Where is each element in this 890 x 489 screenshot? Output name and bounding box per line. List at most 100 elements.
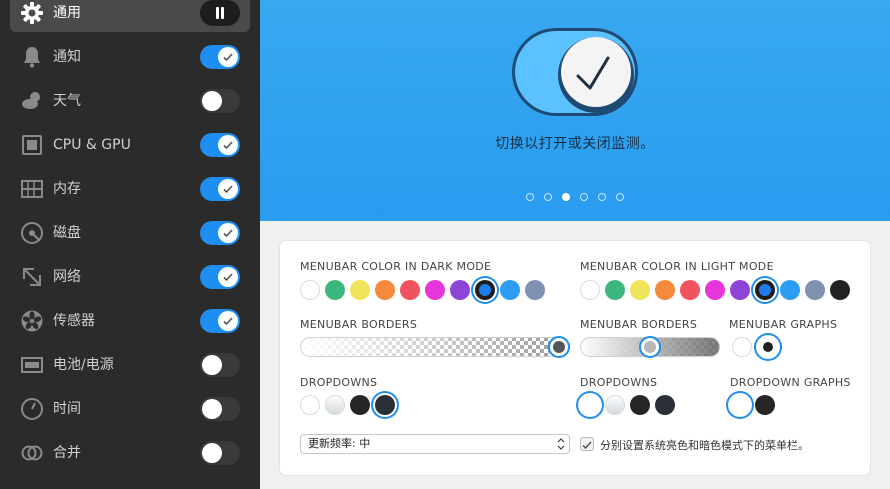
appearance-panel: MENUBAR COLOR IN DARK MODE MENUBAR COLOR… [280, 241, 870, 475]
dropdown-graph-swatch-dark[interactable] [755, 395, 775, 415]
sidebar-item-weather[interactable]: 天气 [10, 82, 250, 120]
dropdown-graph-swatch-light[interactable] [730, 395, 750, 415]
page-dot[interactable] [616, 193, 624, 201]
dark-color-swatch-7[interactable] [475, 280, 495, 300]
check-icon [218, 267, 238, 287]
weather-toggle[interactable] [200, 89, 240, 113]
memory-toggle[interactable] [200, 177, 240, 201]
separate-modes-checkbox[interactable] [580, 437, 594, 451]
light-color-swatch-10[interactable] [830, 280, 850, 300]
sidebar-item-clock[interactable]: 时间 [10, 390, 250, 428]
light-mode-colors-label: MENUBAR COLOR IN LIGHT MODE [580, 260, 774, 273]
light-dropdown-swatch-frosted[interactable] [605, 395, 625, 415]
sidebar-item-sensors[interactable]: 传感器 [10, 302, 250, 340]
dropdown-swatch-dark-selected[interactable] [375, 395, 395, 415]
page-dot-active[interactable] [562, 193, 570, 201]
dropdown-swatch-white[interactable] [300, 395, 320, 415]
sidebar-item-memory[interactable]: 内存 [10, 170, 250, 208]
sidebar-item-label: 磁盘 [53, 225, 81, 241]
check-icon [218, 311, 238, 331]
light-color-swatch-4[interactable] [680, 280, 700, 300]
light-dropdown-swatch-white-selected[interactable] [580, 395, 600, 415]
check-icon [582, 441, 592, 450]
battery-toggle[interactable] [200, 353, 240, 377]
dark-color-swatch-2[interactable] [350, 280, 370, 300]
dark-borders-slider[interactable] [300, 336, 570, 358]
page-dot[interactable] [598, 193, 606, 201]
dark-color-swatch-9[interactable] [525, 280, 545, 300]
dropdown-swatch-black[interactable] [350, 395, 370, 415]
sidebar-item-label: 时间 [53, 401, 81, 417]
light-color-swatch-9[interactable] [805, 280, 825, 300]
check-icon [218, 135, 238, 155]
cpu-gpu-toggle[interactable] [200, 133, 240, 157]
sidebar-item-disk[interactable]: 磁盘 [10, 214, 250, 252]
memory-icon [20, 177, 44, 201]
bell-icon [20, 45, 44, 69]
light-color-swatch-0[interactable] [580, 280, 600, 300]
combine-toggle[interactable] [200, 441, 240, 465]
network-toggle[interactable] [200, 265, 240, 289]
light-dropdowns-label: DROPDOWNS [580, 376, 658, 389]
dropdown-graphs-label: DROPDOWN GRAPHS [730, 376, 851, 389]
network-arrows-icon [20, 265, 44, 289]
sidebar-item-label: 通用 [53, 5, 81, 21]
clock-toggle[interactable] [200, 397, 240, 421]
pause-button[interactable] [200, 0, 240, 26]
sidebar-item-label: CPU & GPU [53, 137, 131, 153]
check-icon [218, 47, 238, 67]
update-frequency-select[interactable]: 更新频率: 中 [300, 434, 570, 454]
light-color-swatch-6[interactable] [730, 280, 750, 300]
page-dot[interactable] [580, 193, 588, 201]
dark-color-swatch-1[interactable] [325, 280, 345, 300]
disk-icon [20, 221, 44, 245]
sidebar-item-battery[interactable]: 电池/电源 [10, 346, 250, 384]
sidebar-item-label: 网络 [53, 269, 81, 285]
graph-swatch-light[interactable] [732, 337, 752, 357]
dark-color-swatch-4[interactable] [400, 280, 420, 300]
light-dropdown-swatch-black[interactable] [630, 395, 650, 415]
disk-toggle[interactable] [200, 221, 240, 245]
menubar-graphs-label: MENUBAR GRAPHS [729, 318, 838, 331]
sidebar-item-network[interactable]: 网络 [10, 258, 250, 296]
dark-color-swatch-5[interactable] [425, 280, 445, 300]
light-borders-slider-thumb[interactable] [639, 336, 661, 358]
fan-icon [20, 309, 44, 333]
light-color-swatch-8[interactable] [780, 280, 800, 300]
dark-borders-slider-thumb[interactable] [548, 336, 570, 358]
dark-color-swatch-6[interactable] [450, 280, 470, 300]
sensors-toggle[interactable] [200, 309, 240, 333]
dark-color-swatch-8[interactable] [500, 280, 520, 300]
light-borders-slider[interactable] [580, 336, 720, 358]
sidebar-item-label: 天气 [53, 93, 81, 109]
separate-modes-label: 分别设置系统亮色和暗色模式下的菜单栏。 [600, 439, 809, 452]
update-frequency-value: 更新频率: 中 [308, 437, 371, 450]
sidebar-item-notifications[interactable]: 通知 [10, 38, 250, 76]
sidebar-item-cpu-gpu[interactable]: CPU & GPU [10, 126, 250, 164]
page-dot[interactable] [544, 193, 552, 201]
light-color-swatch-5[interactable] [705, 280, 725, 300]
light-color-swatch-7[interactable] [755, 280, 775, 300]
combine-rings-icon [20, 441, 44, 465]
notifications-toggle[interactable] [200, 45, 240, 69]
toggle-illustration-icon [512, 28, 638, 116]
sidebar-item-general[interactable]: 通用 [10, 0, 250, 32]
dark-dropdowns-label: DROPDOWNS [300, 376, 378, 389]
cpu-icon [20, 133, 44, 157]
chevron-updown-icon [557, 438, 565, 450]
light-color-swatch-1[interactable] [605, 280, 625, 300]
check-icon [218, 223, 238, 243]
battery-icon [20, 353, 44, 377]
dark-color-swatch-3[interactable] [375, 280, 395, 300]
sidebar-item-combine[interactable]: 合并 [10, 434, 250, 472]
light-dropdown-swatch-dark[interactable] [655, 395, 675, 415]
page-dot[interactable] [526, 193, 534, 201]
weather-icon [20, 89, 44, 113]
dropdown-swatch-frosted[interactable] [325, 395, 345, 415]
graph-swatch-dark[interactable] [758, 337, 778, 357]
light-color-swatch-3[interactable] [655, 280, 675, 300]
sidebar-item-label: 通知 [53, 49, 81, 65]
dark-color-swatch-0[interactable] [300, 280, 320, 300]
sidebar: 通用 通知 天气 CPU & GPU 内存 磁盘 网络 传感器 电池/电源 时间… [0, 0, 260, 489]
light-color-swatch-2[interactable] [630, 280, 650, 300]
